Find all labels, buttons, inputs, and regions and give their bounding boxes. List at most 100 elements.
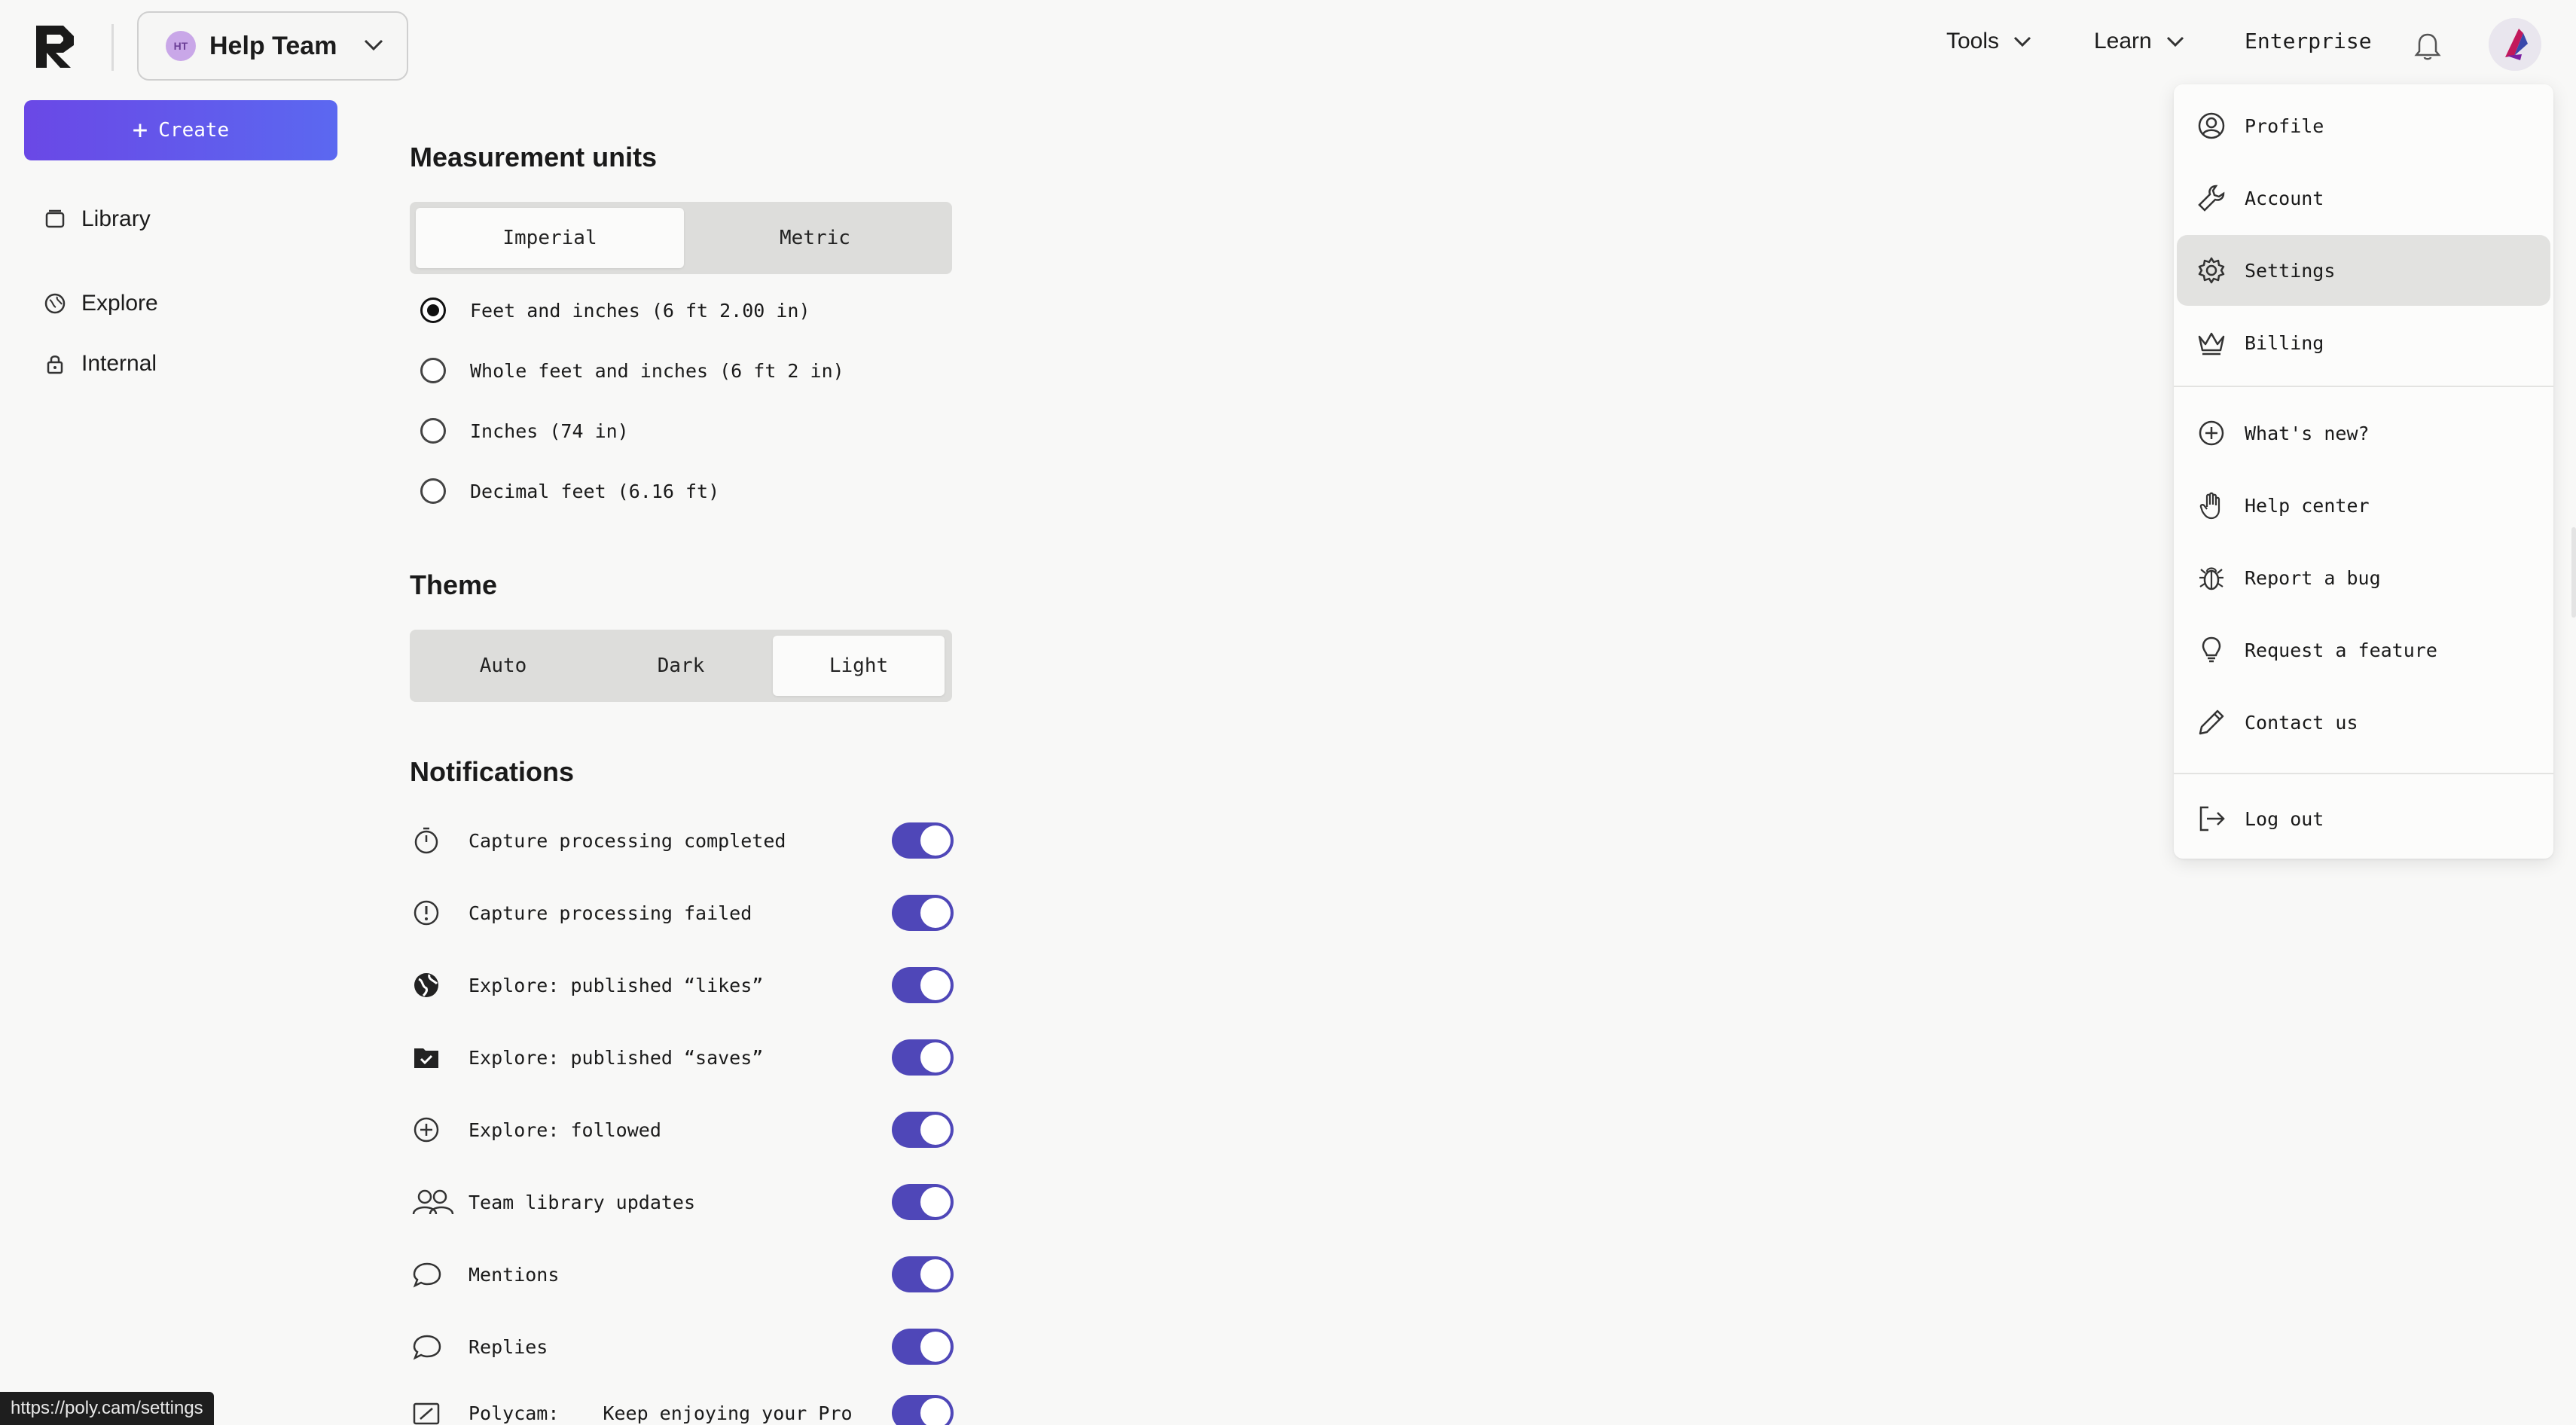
chevron-down-icon — [2013, 36, 2031, 47]
menu-item-label: Log out — [2245, 807, 2324, 830]
menu-item-label: Request a feature — [2245, 639, 2437, 661]
crown-icon — [2195, 326, 2228, 359]
radio-option-inches[interactable]: Inches (74 in) — [420, 418, 629, 444]
tab-imperial[interactable]: Imperial — [416, 208, 684, 268]
menu-item-label: What's new? — [2245, 422, 2370, 444]
notification-row: Capture processing failed — [411, 890, 954, 935]
menu-item-help-center[interactable]: Help center — [2177, 470, 2550, 541]
theme-dark[interactable]: Dark — [594, 636, 768, 696]
menu-item-account[interactable]: Account — [2177, 163, 2550, 233]
notification-row: Mentions — [411, 1252, 954, 1297]
sidebar-item-explore[interactable]: Explore — [44, 291, 158, 316]
user-avatar[interactable] — [2489, 18, 2541, 71]
radio-button[interactable] — [420, 418, 446, 444]
notification-toggle[interactable] — [892, 1039, 954, 1076]
menu-item-label: Report a bug — [2245, 566, 2381, 589]
menu-divider — [2174, 386, 2553, 387]
team-avatar: HT — [166, 31, 196, 61]
user-dropdown-menu: Profile Account Settings Billing What's … — [2174, 84, 2553, 859]
menu-item-report-bug[interactable]: Report a bug — [2177, 542, 2550, 613]
menu-item-request-feature[interactable]: Request a feature — [2177, 615, 2550, 685]
notification-extra: Keep enjoying your Pro — [603, 1402, 853, 1424]
notification-row: Explore: followed — [411, 1107, 954, 1152]
notification-toggle[interactable] — [892, 1184, 954, 1220]
pencil-icon — [2195, 706, 2228, 739]
timer-icon — [411, 818, 456, 863]
bug-icon — [2195, 561, 2228, 594]
menu-item-whats-new[interactable]: What's new? — [2177, 398, 2550, 468]
topbar-divider — [111, 24, 114, 71]
menu-item-label: Settings — [2245, 259, 2336, 282]
notification-label: Explore: published “likes” — [469, 974, 764, 996]
bell-icon[interactable] — [2413, 32, 2442, 62]
scrollbar[interactable] — [2571, 527, 2576, 618]
sidebar-item-label: Internal — [81, 351, 157, 376]
theme-heading: Theme — [410, 569, 498, 600]
notification-toggle[interactable] — [892, 1329, 954, 1365]
notification-label: Explore: followed — [469, 1118, 661, 1141]
notification-toggle[interactable] — [892, 895, 954, 931]
notification-row: Replies — [411, 1324, 954, 1369]
nav-learn[interactable]: Learn — [2094, 29, 2185, 54]
sidebar-item-internal[interactable]: Internal — [44, 351, 157, 377]
promo-icon — [411, 1390, 456, 1425]
chat-bubble-icon — [411, 1324, 456, 1369]
library-icon — [45, 209, 65, 228]
notification-toggle[interactable] — [892, 967, 954, 1003]
notification-row: Explore: published “likes” — [411, 963, 954, 1008]
menu-item-settings[interactable]: Settings — [2177, 235, 2550, 306]
notification-toggle[interactable] — [892, 1395, 954, 1425]
radio-label: Feet and inches (6 ft 2.00 in) — [470, 299, 810, 322]
notification-toggle[interactable] — [892, 822, 954, 859]
menu-item-contact-us[interactable]: Contact us — [2177, 687, 2550, 758]
theme-light[interactable]: Light — [773, 636, 945, 696]
menu-item-billing[interactable]: Billing — [2177, 307, 2550, 378]
chat-bubble-icon — [411, 1252, 456, 1297]
create-button[interactable]: + Create — [24, 100, 337, 160]
menu-item-log-out[interactable]: Log out — [2177, 783, 2550, 854]
menu-item-profile[interactable]: Profile — [2177, 90, 2550, 161]
notification-label: Polycam: — [469, 1402, 560, 1424]
lightbulb-icon — [2195, 633, 2228, 667]
notification-toggle[interactable] — [892, 1256, 954, 1292]
menu-item-label: Help center — [2245, 494, 2370, 517]
theme-segmented-control: Auto Dark Light — [410, 630, 952, 702]
units-segmented-control: Imperial Metric — [410, 202, 952, 274]
sidebar-item-library[interactable]: Library — [44, 206, 151, 232]
logout-icon — [2195, 802, 2228, 835]
radio-option-whole-feet[interactable]: Whole feet and inches (6 ft 2 in) — [420, 358, 844, 383]
menu-divider — [2174, 773, 2553, 774]
radio-button[interactable] — [420, 298, 446, 323]
user-circle-icon — [2195, 109, 2228, 142]
notification-label: Team library updates — [469, 1191, 696, 1213]
notification-toggle[interactable] — [892, 1112, 954, 1148]
wrench-icon — [2195, 182, 2228, 215]
notification-row: Team library updates — [411, 1179, 954, 1225]
radio-label: Decimal feet (6.16 ft) — [470, 480, 720, 502]
notification-label: Capture processing failed — [469, 902, 752, 924]
plus-circle-icon — [411, 1107, 456, 1152]
radio-option-feet-inches[interactable]: Feet and inches (6 ft 2.00 in) — [420, 298, 810, 323]
menu-item-label: Contact us — [2245, 711, 2358, 734]
nav-enterprise[interactable]: Enterprise — [2245, 29, 2372, 53]
create-label: Create — [158, 119, 230, 142]
theme-auto[interactable]: Auto — [416, 636, 591, 696]
folder-check-icon — [411, 1035, 456, 1080]
polycam-logo[interactable] — [33, 23, 77, 71]
nav-tools-label: Tools — [1946, 29, 2000, 53]
globe-filled-icon — [411, 963, 456, 1008]
notification-label: Capture processing completed — [469, 829, 786, 852]
avatar-image — [2489, 18, 2541, 71]
sidebar-item-label: Explore — [81, 291, 158, 316]
menu-item-label: Billing — [2245, 331, 2324, 354]
radio-option-decimal-feet[interactable]: Decimal feet (6.16 ft) — [420, 478, 719, 504]
tab-metric[interactable]: Metric — [684, 208, 946, 268]
radio-button[interactable] — [420, 358, 446, 383]
team-switcher[interactable]: HT Help Team — [137, 11, 408, 81]
nav-tools[interactable]: Tools — [1946, 29, 2032, 54]
alert-circle-icon — [411, 890, 456, 935]
radio-button[interactable] — [420, 478, 446, 504]
radio-label: Inches (74 in) — [470, 420, 629, 442]
notification-row: Polycam: Keep enjoying your Pro — [411, 1390, 954, 1425]
team-name: Help Team — [209, 31, 337, 60]
